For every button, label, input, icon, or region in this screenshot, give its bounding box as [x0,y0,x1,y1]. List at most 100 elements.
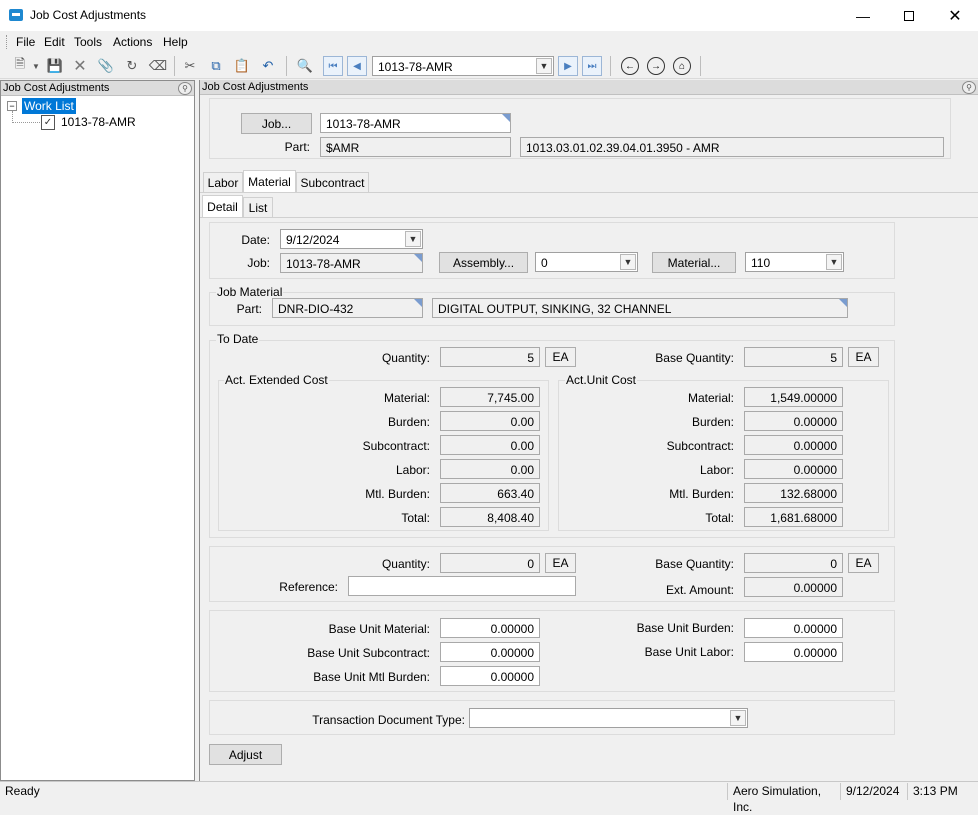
jm-part-field: DNR-DIO-432 [272,298,423,318]
subtab-divider [200,217,978,218]
ext-cost-field: 7,745.00 [440,387,540,407]
jm-part-description: DIGITAL OUTPUT, SINKING, 32 CHANNEL [432,298,848,318]
first-record-icon[interactable]: ⏮ [323,56,343,76]
tree-panel-title: Job Cost Adjustments [3,82,110,94]
menu-actions[interactable]: Actions [113,35,152,49]
job-field: 1013-78-AMR [280,253,423,273]
ext-cost-label: Burden: [387,415,430,429]
unit-cost-label: Subcontract: [666,439,734,453]
unit-cost-field: 0.00000 [744,459,843,479]
chevron-down-icon[interactable]: ▼ [405,231,421,247]
assembly-combo[interactable]: 0 ▼ [535,252,638,272]
assembly-button[interactable]: Assembly... [439,252,528,273]
base-unit-material-input[interactable]: 0.00000 [440,618,540,638]
base-unit-burden-input[interactable]: 0.00000 [744,618,843,638]
copy-icon[interactable]: ⧉ [206,57,226,75]
delete-icon[interactable]: ✕ [70,57,90,75]
base-unit-labor-label: Base Unit Labor: [644,645,734,659]
pin-icon[interactable]: ⚲ [178,82,192,95]
toolbar-separator [610,56,611,76]
save-icon[interactable]: 💾 [45,57,65,75]
date-picker[interactable]: 9/12/2024 ▼ [280,229,423,249]
status-company: Aero Simulation, Inc. [727,783,840,814]
pin-icon[interactable]: ⚲ [962,81,976,94]
paste-icon[interactable]: 📋 [232,57,252,75]
unit-cost-label: Burden: [691,415,734,429]
todate-base-qty-uom: EA [848,347,879,367]
base-unit-mtl-burden-input[interactable]: 0.00000 [440,666,540,686]
job-material-title: Job Material [216,285,284,299]
unit-cost-field: 132.68000 [744,483,843,503]
menu-file[interactable]: File [16,35,35,49]
main-panel-header: Job Cost Adjustments ⚲ [200,80,978,95]
ext-cost-label: Labor: [395,463,430,477]
search-icon[interactable]: 🔍 [295,57,315,75]
subtab-list[interactable]: List [243,197,273,217]
ext-amount-label: Ext. Amount: [665,583,734,597]
base-unit-subcontract-label: Base Unit Subcontract: [307,646,430,660]
chevron-down-icon[interactable]: ▼ [826,254,842,270]
base-unit-subcontract-input[interactable]: 0.00000 [440,642,540,662]
tree-line [12,122,40,123]
base-unit-material-label: Base Unit Material: [328,622,430,636]
menu-tools[interactable]: Tools [74,35,102,49]
job-record-combo[interactable]: 1013-78-AMR ▼ [372,56,554,76]
adjust-button[interactable]: Adjust [209,744,282,765]
undo-icon[interactable]: ↶ [258,57,278,75]
unit-cost-label: Material: [687,391,734,405]
minimize-button[interactable]: — [840,0,886,31]
last-record-icon[interactable]: ⏭ [582,56,602,76]
tree-root-work-list[interactable]: Work List [22,98,76,114]
toolbar-separator [174,56,175,76]
material-combo[interactable]: 110 ▼ [745,252,844,272]
status-date: 9/12/2024 [840,783,907,800]
adjust-qty-field: 0 [440,553,540,573]
material-button[interactable]: Material... [652,252,736,273]
app-icon [9,9,23,21]
new-dropdown-icon[interactable]: ▼ [32,62,40,71]
menu-help[interactable]: Help [163,35,188,49]
cut-icon[interactable]: ✂ [180,57,200,75]
previous-record-icon[interactable]: ◀ [347,56,367,76]
adjust-base-qty-field: 0 [744,553,843,573]
reference-label: Reference: [279,580,338,594]
ext-cost-field: 8,408.40 [440,507,540,527]
todate-qty-label: Quantity: [381,351,430,365]
chevron-down-icon[interactable]: ▼ [536,58,552,74]
toolbar-separator [700,56,701,76]
subtab-detail[interactable]: Detail [202,195,243,218]
tab-subcontract[interactable]: Subcontract [296,172,369,192]
transaction-doc-type-combo[interactable]: ▼ [469,708,748,728]
clear-icon[interactable]: ⌫ [148,57,168,75]
ext-amount-field: 0.00000 [744,577,843,597]
menu-edit[interactable]: Edit [44,35,65,49]
chevron-down-icon[interactable]: ▼ [620,254,636,270]
todate-qty-field: 5 [440,347,540,367]
part-description-field: 1013.03.01.02.39.04.01.3950 - AMR [520,137,944,157]
close-button[interactable]: ✕ [932,0,978,31]
unit-cost-label: Labor: [699,463,734,477]
refresh-icon[interactable]: ↻ [122,57,142,75]
job-input[interactable]: 1013-78-AMR [320,113,511,133]
date-label: Date: [241,233,270,247]
next-record-icon[interactable]: ▶ [558,56,578,76]
forward-icon[interactable]: → [647,57,665,75]
unit-cost-label: Mtl. Burden: [669,487,734,501]
back-icon[interactable]: ← [621,57,639,75]
new-icon[interactable]: 🗎 [10,56,30,75]
attach-icon[interactable]: 📎 [96,57,116,75]
chevron-down-icon[interactable]: ▼ [730,710,746,726]
tree-item-job[interactable]: 1013-78-AMR [61,115,136,129]
status-text: Ready [5,784,40,798]
home-icon[interactable]: ⌂ [673,57,691,75]
tab-material[interactable]: Material [243,170,296,192]
unit-cost-field: 1,681.68000 [744,507,843,527]
maximize-button[interactable] [886,0,932,31]
collapse-icon[interactable]: − [7,101,17,111]
todate-qty-uom: EA [545,347,576,367]
job-button[interactable]: Job... [241,113,312,134]
tab-labor[interactable]: Labor [203,172,243,192]
window-title: Job Cost Adjustments [30,8,147,22]
base-unit-labor-input[interactable]: 0.00000 [744,642,843,662]
reference-input[interactable] [348,576,576,596]
